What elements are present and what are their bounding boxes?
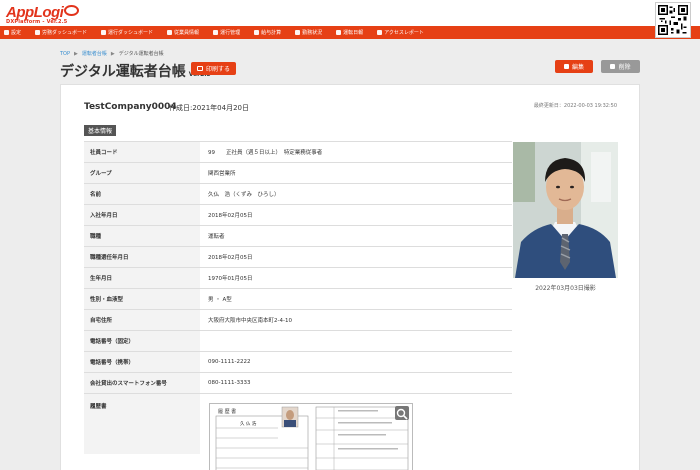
photo-caption: 2022年03月03日撮影 <box>535 285 596 292</box>
field-label: 名前 <box>84 183 200 205</box>
table-row: 名前 久仏 浩（くずみ ひろし） <box>84 183 512 205</box>
table-row: 自宅住所 大阪府大阪市中央区南本町2-4-10 <box>84 309 512 331</box>
field-value: 久仏 浩（くずみ ひろし） <box>200 183 512 205</box>
field-value: 関西営業所 <box>200 162 512 184</box>
driver-record-card: TestCompany0004 作成日:2021年04月20日 最終更新日：20… <box>60 84 640 470</box>
app-logo[interactable]: AppLogi DXPlatform - Ver.2.5 <box>6 2 80 25</box>
chart-icon <box>377 30 383 35</box>
field-label: 職種選任年月日 <box>84 246 200 268</box>
table-row: 社員コード 99 正社員（週５日以上） 特定業務従事者 <box>84 141 512 163</box>
field-label: 履歴書 <box>84 393 200 454</box>
page-title-text: デジタル運転者台帳 <box>60 64 186 80</box>
chevron-right-icon: ▶ <box>74 50 78 57</box>
nav-item-label: 給与計算 <box>261 30 282 36</box>
resume-heading: 履 歴 書 <box>218 408 236 415</box>
printer-icon <box>197 66 203 71</box>
field-value: 2018年02月05日 <box>200 204 512 226</box>
field-label: 電話番号（固定） <box>84 330 200 352</box>
breadcrumb: TOP ▶ 運転者台帳 ▶ デジタル運転者台帳 <box>60 50 164 58</box>
field-label: 会社貸出のスマートフォン番号 <box>84 372 200 394</box>
field-label: 電話番号（携帯） <box>84 351 200 373</box>
created-date: 作成日:2021年04月20日 <box>169 104 249 112</box>
table-row: 会社貸出のスマートフォン番号 080-1111-3333 <box>84 372 512 394</box>
edit-button-label: 編集 <box>571 64 584 71</box>
nav-item-labor-dashboard[interactable]: 労務ダッシュボード <box>35 29 87 36</box>
people-icon <box>167 30 173 35</box>
zoom-icon[interactable] <box>395 406 409 420</box>
breadcrumb-current: デジタル運転者台帳 <box>118 51 164 57</box>
updated-date: 最終更新日：2022-00-03 19:32:50 <box>533 103 617 109</box>
table-row: グループ 関西営業所 <box>84 162 512 184</box>
field-value: 1970年01月05日 <box>200 267 512 289</box>
edit-icon <box>563 64 569 69</box>
field-value: 080-1111-3333 <box>200 372 512 394</box>
table-row: 電話番号（携帯） 090-1111-2222 <box>84 351 512 373</box>
nav-item-label: 運行管理 <box>220 30 241 36</box>
field-value: 090-1111-2222 <box>200 351 512 373</box>
nav-item-attendance[interactable]: 勤務状況 <box>295 29 322 36</box>
qr-code-icon <box>655 2 691 38</box>
resume-thumbnail[interactable]: 履 歴 書 久 仏 浩 <box>209 403 413 470</box>
table-row: 生年月日 1970年01月05日 <box>84 267 512 289</box>
field-label: 生年月日 <box>84 267 200 289</box>
nav-item-access-report[interactable]: アクセスレポート <box>377 29 424 36</box>
trash-icon <box>610 64 616 69</box>
nav-item-daily-report[interactable]: 運転日報 <box>336 29 363 36</box>
nav-item-settings[interactable]: 設定 <box>4 29 21 36</box>
table-row: 入社年月日 2018年02月05日 <box>84 204 512 226</box>
nav-item-employee-info[interactable]: 従業員情報 <box>167 29 199 36</box>
settings-icon <box>4 30 9 35</box>
nav-item-label: 設定 <box>11 30 22 36</box>
company-name: TestCompany0004 <box>84 102 177 112</box>
print-button-label: 印刷する <box>206 66 231 73</box>
nav-item-label: 従業員情報 <box>174 30 200 36</box>
nav-item-label: 運行ダッシュボード <box>108 30 154 36</box>
field-value: 大阪府大阪市中央区南本町2-4-10 <box>200 309 512 331</box>
table-row: 職種 運転者 <box>84 225 512 247</box>
dashboard-icon <box>101 30 107 35</box>
dashboard-icon <box>35 30 41 35</box>
table-row: 電話番号（固定） <box>84 330 512 352</box>
field-label: 入社年月日 <box>84 204 200 226</box>
print-button[interactable]: 印刷する <box>191 62 237 75</box>
truck-icon <box>213 30 219 35</box>
nav-item-label: 勤務状況 <box>302 30 323 36</box>
edit-button[interactable]: 編集 <box>555 60 593 73</box>
delete-button[interactable]: 削除 <box>601 60 640 73</box>
field-label: 職種 <box>84 225 200 247</box>
field-value <box>200 330 512 352</box>
main-nav: 設定 労務ダッシュボード 運行ダッシュボード 従業員情報 運行管理 給与計算 勤… <box>0 26 700 39</box>
table-row: 職種選任年月日 2018年02月05日 <box>84 246 512 268</box>
nav-item-label: アクセスレポート <box>384 30 424 36</box>
table-row: 性別・血液型男 ・ A型 <box>84 288 512 310</box>
field-label: 自宅住所 <box>84 309 200 331</box>
field-label: 性別・血液型 <box>84 288 200 310</box>
employee-photo <box>513 142 618 278</box>
nav-item-label: 運転日報 <box>343 30 364 36</box>
breadcrumb-top[interactable]: TOP <box>60 51 70 57</box>
field-value: 男 ・ A型 <box>200 288 512 310</box>
section-badge-basic-info: 基本情報 <box>84 125 117 136</box>
nav-item-label: 労務ダッシュボード <box>42 30 88 36</box>
nav-item-payroll[interactable]: 給与計算 <box>254 29 281 36</box>
resume-name: 久 仏 浩 <box>240 420 257 427</box>
field-label: 社員コード <box>84 141 200 163</box>
report-icon <box>336 30 342 35</box>
field-value: 運転者 <box>200 225 512 247</box>
top-bar: AppLogi DXPlatform - Ver.2.5 <box>0 0 700 26</box>
nav-item-operation-dashboard[interactable]: 運行ダッシュボード <box>101 29 153 36</box>
page-title: デジタル運転者台帳 Ver2.3 <box>60 61 211 81</box>
calendar-icon <box>295 30 301 35</box>
delete-button-label: 削除 <box>618 64 631 71</box>
calculator-icon <box>254 30 260 35</box>
logo-mark-icon <box>64 5 80 16</box>
field-value: 2018年02月05日 <box>200 246 512 268</box>
field-value: 99 正社員（週５日以上） 特定業務従事者 <box>200 141 512 163</box>
breadcrumb-level2[interactable]: 運転者台帳 <box>82 50 107 57</box>
chevron-right-icon: ▶ <box>110 50 115 57</box>
nav-item-operation-management[interactable]: 運行管理 <box>213 29 240 36</box>
field-label: グループ <box>84 162 200 184</box>
